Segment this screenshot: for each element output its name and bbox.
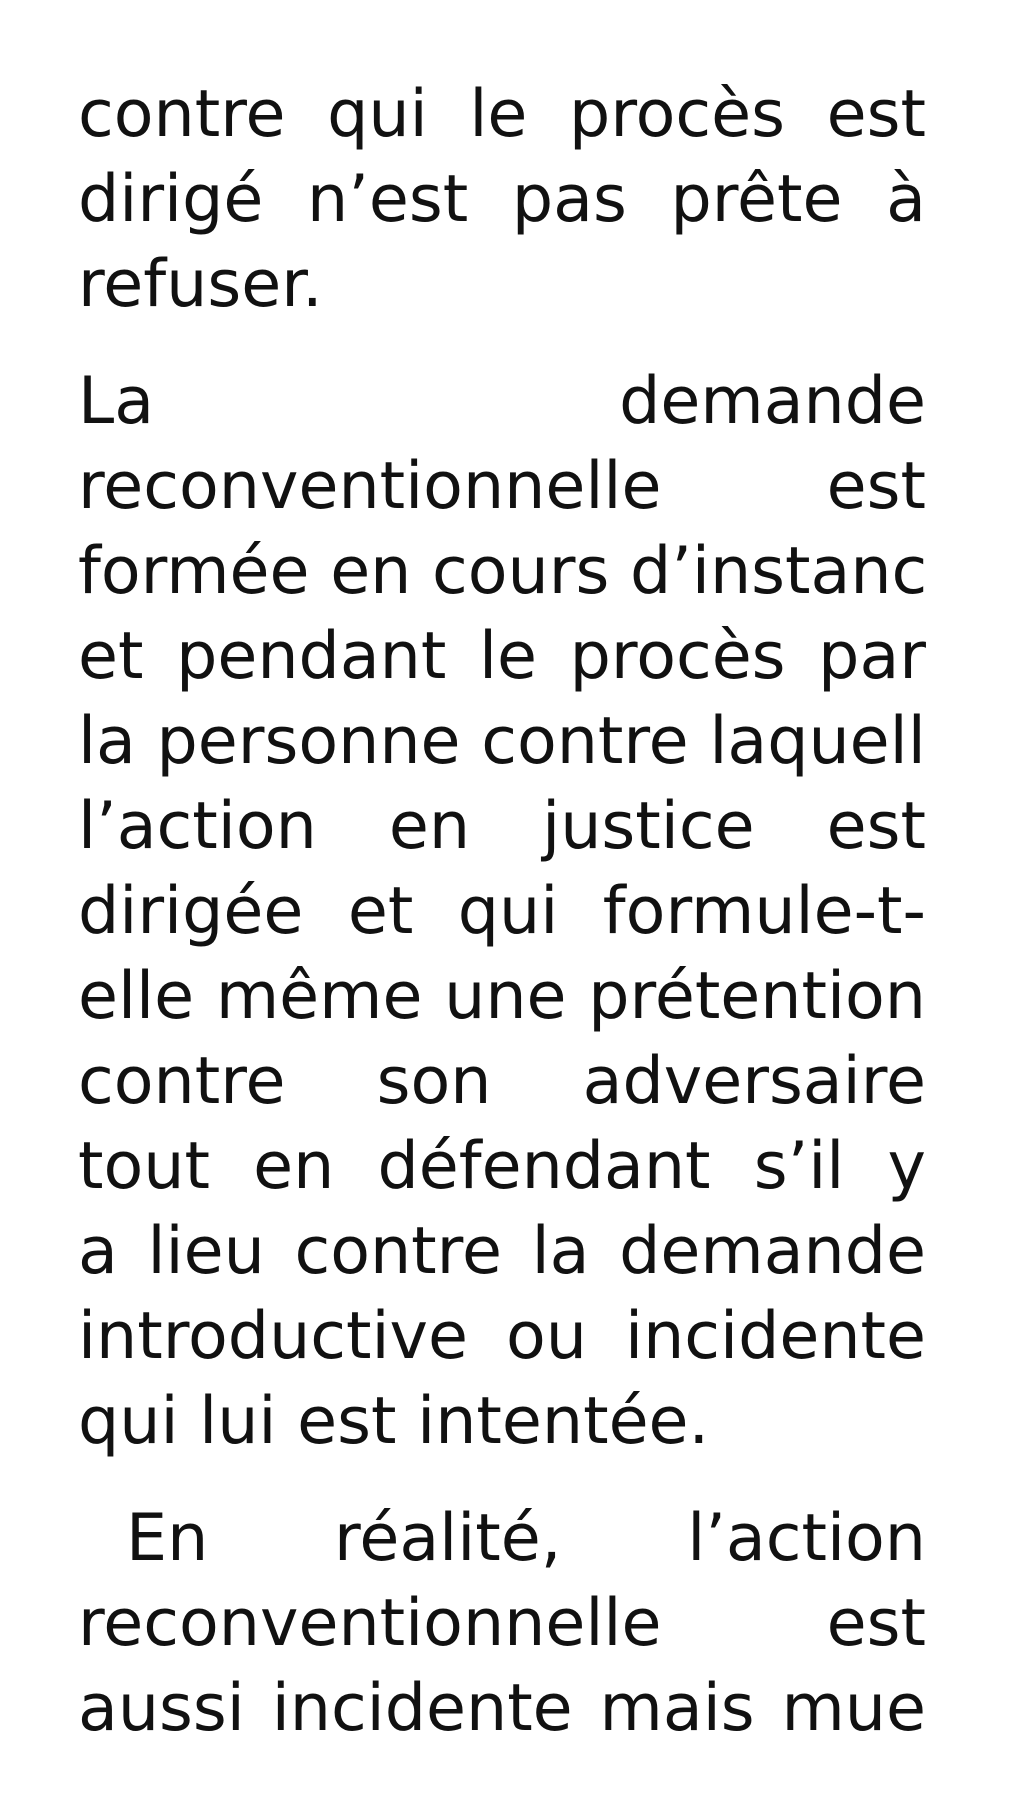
text-line: contre son adversaire (78, 1044, 926, 1119)
text-line: et pendant le procès par (78, 619, 926, 694)
paragraph-2: La demande reconventionnelle est formée … (78, 359, 926, 1464)
text-line: formée en cours d’instance (78, 534, 926, 609)
text-line: l’action en justice est (78, 789, 926, 864)
text-line: aussi incidente mais mue (78, 1671, 926, 1746)
text-line: introductive ou incidente (78, 1299, 926, 1374)
document-page: contre qui le procès est dirigé n’est pa… (78, 72, 926, 1751)
text-line: En réalité, l’action (126, 1501, 926, 1576)
text-line: tout en défendant s’il y (78, 1129, 926, 1204)
text-line: la personne contre laquelle (78, 704, 926, 779)
text-line: La demande (78, 364, 926, 439)
text-line: contre qui le procès est (78, 77, 926, 152)
text-line: a lieu contre la demande (78, 1214, 926, 1289)
text-line: dirigé n’est pas prête à (78, 162, 926, 237)
text-line: reconventionnelle est (78, 449, 926, 524)
text-line: reconventionnelle est (78, 1586, 926, 1661)
paragraph-1: contre qui le procès est dirigé n’est pa… (78, 72, 926, 327)
text-line: dirigée et qui formule-t- (78, 874, 926, 949)
text-line: refuser. (78, 247, 323, 322)
text-line: qui lui est intentée. (78, 1384, 710, 1459)
text-line: elle même une prétention (78, 959, 926, 1034)
paragraph-3: En réalité, l’action reconventionnelle e… (78, 1496, 926, 1751)
